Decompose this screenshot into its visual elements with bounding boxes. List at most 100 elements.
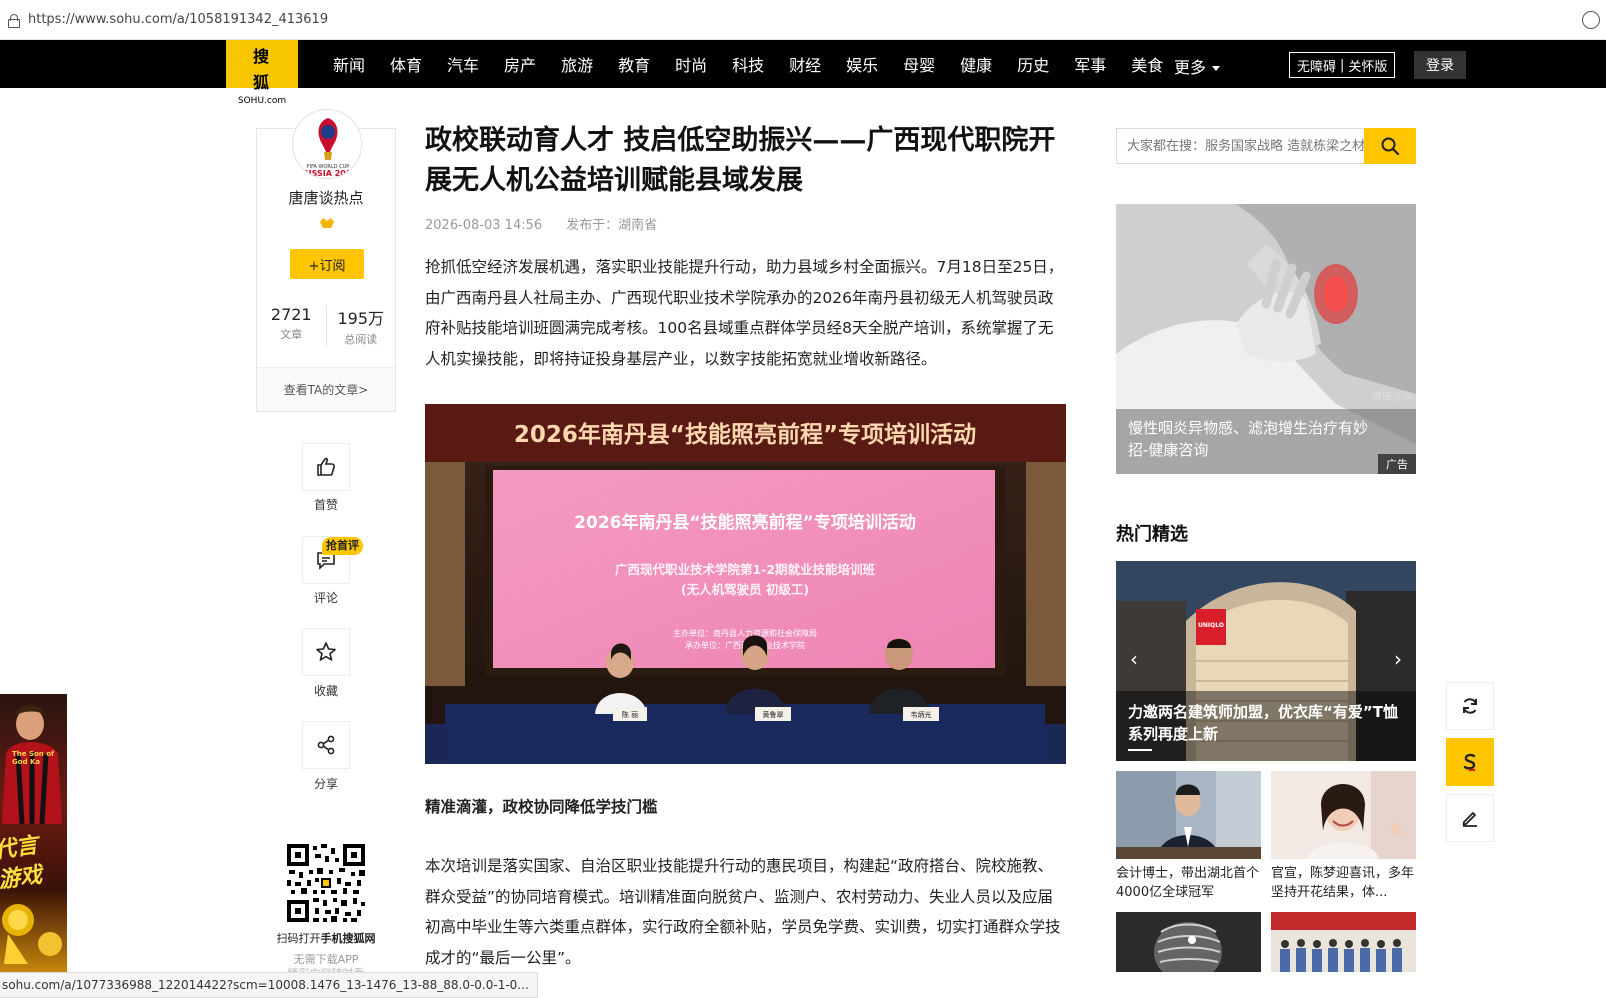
refresh-button[interactable] bbox=[1446, 682, 1494, 730]
search-button[interactable] bbox=[1364, 128, 1416, 164]
nav-item-auto[interactable]: 汽车 bbox=[447, 52, 479, 76]
emoji-icon[interactable] bbox=[1582, 11, 1600, 29]
reads-count: 195万 bbox=[337, 309, 385, 328]
author-name[interactable]: 唐唐谈热点 bbox=[257, 187, 395, 208]
address-bar[interactable]: https://www.sohu.com/a/1058191342_413619 bbox=[0, 0, 1606, 40]
logo-text-cn: 搜 狐 bbox=[252, 47, 279, 92]
hot-main-caption[interactable]: 力邀两名建筑师加盟，优衣库“有爱”T恤系列再度上新 bbox=[1128, 701, 1412, 745]
hot-picks-title: 热门精选 bbox=[1116, 524, 1188, 545]
left-game-ad[interactable]: The Son of God Ka 代言 游戏 bbox=[0, 694, 67, 972]
world-cup-logo-icon: FIFA WORLD CUP RUSSIA 2018 bbox=[293, 110, 361, 178]
group-photo bbox=[1271, 912, 1416, 972]
nav-item-house[interactable]: 房产 bbox=[504, 52, 536, 76]
article-meta: 2026-08-03 14:56 发布于：湖南省 bbox=[425, 214, 657, 233]
a11y-separator: | bbox=[1340, 57, 1345, 73]
nav-item-education[interactable]: 教育 bbox=[618, 52, 650, 76]
nav-item-military[interactable]: 军事 bbox=[1074, 52, 1106, 76]
ad-label: 广告 bbox=[1378, 454, 1416, 474]
figure-name-card-3: 韦炳光 bbox=[911, 710, 932, 719]
login-button[interactable]: 登录 bbox=[1414, 51, 1466, 79]
carousel-prev-arrow[interactable]: ‹ bbox=[1130, 647, 1138, 671]
health-ad-card[interactable]: 健康咨询 慢性咽炎异物感、滤泡增生治疗有妙招-健康咨询 广告 bbox=[1116, 204, 1416, 474]
businessman-photo bbox=[1116, 771, 1261, 859]
nav-item-news[interactable]: 新闻 bbox=[333, 52, 365, 76]
nav-item-baby[interactable]: 母婴 bbox=[903, 52, 935, 76]
care-mode-label[interactable]: 关怀版 bbox=[1348, 56, 1387, 75]
share-icon bbox=[317, 735, 335, 755]
subscribe-button[interactable]: +订阅 bbox=[290, 249, 364, 279]
thumb-card-4[interactable] bbox=[1271, 912, 1416, 972]
search-icon bbox=[1381, 137, 1400, 156]
carousel-next-arrow[interactable]: › bbox=[1394, 647, 1402, 671]
star-icon bbox=[316, 642, 336, 661]
share-button[interactable] bbox=[302, 721, 350, 769]
like-label: 首赞 bbox=[313, 498, 338, 512]
nav-item-fashion[interactable]: 时尚 bbox=[675, 52, 707, 76]
qr-caption: 扫码打开手机搜狐网 bbox=[262, 930, 390, 946]
thumb-card-3[interactable] bbox=[1116, 912, 1261, 972]
search-input[interactable] bbox=[1117, 129, 1367, 163]
sohu-s-icon bbox=[1463, 753, 1476, 771]
nav-item-sports[interactable]: 体育 bbox=[390, 52, 422, 76]
view-author-articles-link[interactable]: 查看TA的文章> bbox=[257, 367, 395, 411]
thumbs-up-icon bbox=[317, 457, 335, 476]
nav-item-history[interactable]: 历史 bbox=[1017, 52, 1049, 76]
lock-icon bbox=[6, 13, 20, 28]
figure-screen-line-1: 广西现代职业技术学院第1-2期就业技能培训班 bbox=[615, 562, 876, 577]
author-card: FIFA WORLD CUP RUSSIA 2018 唐唐谈热点 +订阅 272… bbox=[256, 109, 396, 412]
xray-photo bbox=[1116, 912, 1261, 972]
qr-caption-prefix: 扫码打开 bbox=[276, 932, 321, 945]
refresh-icon bbox=[1463, 698, 1477, 714]
figure-name-card-1: 陈 丽 bbox=[622, 710, 638, 719]
pencil-icon bbox=[1462, 812, 1477, 827]
like-button[interactable] bbox=[302, 443, 350, 491]
articles-label: 文章 bbox=[280, 328, 303, 341]
carousel-indicator[interactable] bbox=[1128, 749, 1152, 751]
nav-items: 新闻 体育 汽车 房产 旅游 教育 时尚 科技 财经 娱乐 母婴 健康 历史 军… bbox=[333, 40, 1188, 88]
training-event-photo: 2026年南丹县“技能照亮前程”专项培训活动 2026年南丹县“技能照亮前程”专… bbox=[425, 404, 1066, 764]
figure-screen-line-2: (无人机驾驶员 初级工) bbox=[681, 582, 809, 597]
sohu-app-button[interactable] bbox=[1446, 738, 1494, 786]
first-comment-tag[interactable]: 抢首评 bbox=[322, 537, 363, 555]
nav-item-health[interactable]: 健康 bbox=[960, 52, 992, 76]
figure-banner-text: 2026年南丹县“技能照亮前程”专项培训活动 bbox=[514, 421, 976, 448]
collect-button[interactable] bbox=[302, 628, 350, 676]
comment-label: 评论 bbox=[313, 591, 338, 605]
thumb-caption-2[interactable]: 官宣，陈梦迎喜讯，多年坚持开花结果，体... bbox=[1271, 864, 1419, 902]
edit-button[interactable] bbox=[1446, 794, 1494, 842]
health-ad-caption[interactable]: 慢性咽炎异物感、滤泡增生治疗有妙招-健康咨询 bbox=[1128, 417, 1368, 461]
collect-label: 收藏 bbox=[313, 684, 338, 698]
nav-item-food[interactable]: 美食 bbox=[1131, 52, 1163, 76]
article-title: 政校联动育人才 技启低空助振兴——广西现代职院开展无人机公益培训赋能县域发展 bbox=[425, 125, 1056, 196]
qr-caption-bold: 手机搜狐网 bbox=[320, 932, 376, 945]
nav-item-tech[interactable]: 科技 bbox=[732, 52, 764, 76]
logo-text-en: SOHU.com bbox=[237, 96, 287, 106]
accessibility-switch[interactable]: 无障碍 | 关怀版 bbox=[1289, 52, 1396, 78]
nav-item-finance[interactable]: 财经 bbox=[789, 52, 821, 76]
article-paragraph-2: 本次培训是落实国家、自治区职业技能提升行动的惠民项目，构建起“政府搭台、院校施教… bbox=[425, 857, 1061, 967]
nav-item-entertainment[interactable]: 娱乐 bbox=[846, 52, 878, 76]
figure-name-card-2: 黄鲁翠 bbox=[763, 710, 784, 719]
nav-more[interactable]: 更多 bbox=[1174, 54, 1221, 78]
author-avatar[interactable]: FIFA WORLD CUP RUSSIA 2018 bbox=[292, 109, 362, 179]
article-paragraph-1: 抢抓低空经济发展机遇，落实职业技能提升行动，助力县域乡村全面振兴。7月18日至2… bbox=[425, 258, 1064, 368]
sohu-logo[interactable]: 搜 狐 SOHU.com bbox=[226, 40, 298, 106]
link-status-bar: sohu.com/a/1077336988_122014422?scm=1000… bbox=[0, 972, 538, 998]
thumb-card-1[interactable] bbox=[1116, 771, 1261, 859]
article-location: 发布于：湖南省 bbox=[566, 218, 658, 233]
nav-item-travel[interactable]: 旅游 bbox=[561, 52, 593, 76]
woman-photo bbox=[1271, 771, 1416, 859]
uniqlo-sign: UNIQLO bbox=[1198, 622, 1224, 629]
a11y-label[interactable]: 无障碍 bbox=[1297, 56, 1336, 75]
svg-text:RUSSIA 2018: RUSSIA 2018 bbox=[299, 169, 357, 178]
thumb-card-2[interactable] bbox=[1271, 771, 1416, 859]
nav-more-label: 更多 bbox=[1174, 58, 1207, 77]
hot-main-card[interactable]: UNIQLO ‹ › 力邀两名建筑师加盟，优衣库“有爱”T恤系列再度上新 bbox=[1116, 561, 1416, 761]
author-stats: 2721 文章 195万 总阅读 bbox=[257, 305, 395, 347]
reads-label: 总阅读 bbox=[344, 333, 378, 346]
thumb-caption-1[interactable]: 会计博士，带出湖北首个4000亿全球冠军 bbox=[1116, 864, 1264, 902]
url-text[interactable]: https://www.sohu.com/a/1058191342_413619 bbox=[28, 12, 328, 27]
article-date: 2026-08-03 14:56 bbox=[425, 218, 543, 233]
article-photo[interactable]: 2026年南丹县“技能照亮前程”专项培训活动 2026年南丹县“技能照亮前程”专… bbox=[425, 404, 1066, 764]
share-label: 分享 bbox=[313, 777, 338, 791]
